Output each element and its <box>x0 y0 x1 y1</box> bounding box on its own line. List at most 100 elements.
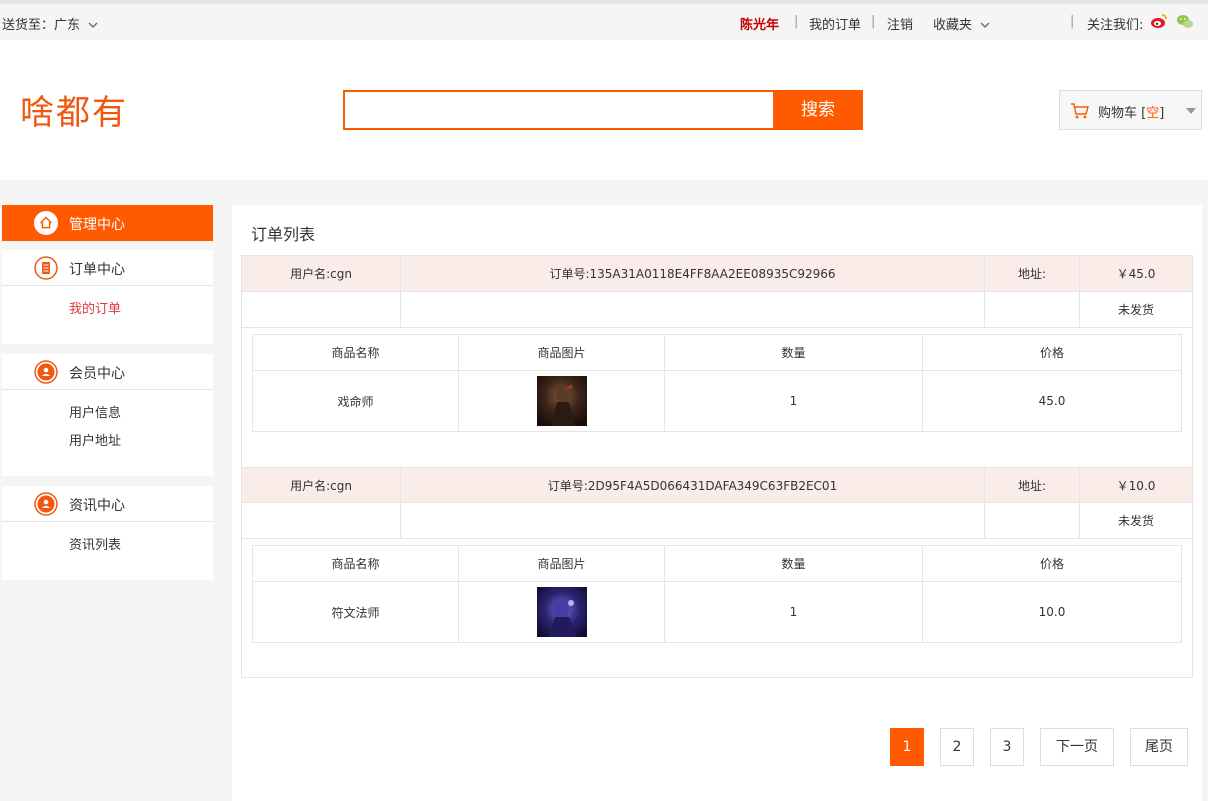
sidebar-admin: 管理中心 <box>2 205 213 241</box>
order-total: ￥45.0 <box>1116 267 1156 281</box>
sidebar-item-news[interactable]: 资讯中心 <box>2 486 213 522</box>
cart-icon <box>1071 103 1089 119</box>
col-header-name: 商品名称 <box>253 335 459 370</box>
items-header-row: 商品名称 商品图片 数量 价格 <box>253 546 1181 582</box>
order-spacer <box>242 432 1192 467</box>
last-page-button[interactable]: 尾页 <box>1130 728 1188 766</box>
user-icon <box>34 360 58 384</box>
order-list: 用户名:cgn 订单号:135A31A0118E4FF8AA2EE08935C9… <box>241 255 1193 678</box>
col-header-image: 商品图片 <box>459 546 665 581</box>
sidebar-item-member[interactable]: 会员中心 <box>2 354 213 390</box>
page-button-1[interactable]: 1 <box>890 728 924 766</box>
order-card: 用户名:cgn 订单号:2D95F4A5D066431DAFA349C63FB2… <box>242 467 1192 643</box>
divider: | <box>1070 14 1075 29</box>
ship-to-label: 送货至：广东 <box>2 18 81 33</box>
user-icon <box>34 492 58 516</box>
favorites-label: 收藏夹 <box>933 18 973 33</box>
order-total: ￥10.0 <box>1116 478 1156 493</box>
sidebar-news: 资讯中心 资讯列表 <box>2 486 213 580</box>
my-orders-link[interactable]: 我的订单 <box>809 14 861 33</box>
site-logo[interactable]: 啥都有 <box>20 85 128 134</box>
logout-link[interactable]: 注销 <box>887 14 913 33</box>
cart-state: 空 <box>1146 106 1160 121</box>
order-status: 未发货 <box>1117 303 1154 317</box>
header: 啥都有 搜索 购物车 [空] <box>0 40 1208 180</box>
order-cell-empty <box>985 292 1080 327</box>
user-name-link[interactable]: 陈光年 <box>740 14 779 33</box>
document-icon <box>34 256 58 280</box>
order-items-table: 商品名称 商品图片 数量 价格 戏命师 1 45.0 <box>252 334 1182 432</box>
order-number: 订单号:2D95F4A5D066431DAFA349C63FB2EC01 <box>401 468 985 502</box>
sidebar-member-label: 会员中心 <box>69 366 125 382</box>
order-card: 用户名:cgn 订单号:135A31A0118E4FF8AA2EE08935C9… <box>242 256 1192 467</box>
sidebar-link-my-orders[interactable]: 我的订单 <box>2 296 213 324</box>
order-cell-empty <box>985 503 1080 538</box>
order-cell-empty <box>401 292 985 327</box>
favorites-dropdown[interactable]: 收藏夹 <box>933 14 990 33</box>
page-button-3[interactable]: 3 <box>990 728 1024 766</box>
item-name: 戏命师 <box>253 371 459 431</box>
wechat-link[interactable] <box>1176 12 1194 30</box>
sidebar-link-user-info[interactable]: 用户信息 <box>2 400 213 428</box>
cart-label: 购物车 [空] <box>1098 102 1164 121</box>
col-header-qty: 数量 <box>665 335 923 370</box>
cart-bracket: ] <box>1159 106 1165 121</box>
page-title: 订单列表 <box>251 225 316 244</box>
order-number: 订单号:135A31A0118E4FF8AA2EE08935C92966 <box>401 256 985 291</box>
items-header-row: 商品名称 商品图片 数量 价格 <box>253 335 1181 371</box>
product-thumbnail[interactable] <box>536 587 587 637</box>
sidebar-item-orders[interactable]: 订单中心 <box>2 250 213 286</box>
page-button-2[interactable]: 2 <box>940 728 974 766</box>
chevron-down-icon <box>980 22 990 28</box>
item-image-cell <box>459 582 665 642</box>
divider: | <box>794 14 799 29</box>
order-status-row: 未发货 <box>242 292 1192 328</box>
divider: | <box>871 14 876 29</box>
ship-to-selector[interactable]: 送货至：广东 <box>2 14 98 33</box>
sidebar-orders-label: 订单中心 <box>69 262 125 278</box>
order-header-row: 用户名:cgn 订单号:2D95F4A5D066431DAFA349C63FB2… <box>242 467 1192 503</box>
col-header-price: 价格 <box>1039 557 1064 571</box>
wechat-icon <box>1177 15 1193 28</box>
sidebar-item-admin[interactable]: 管理中心 <box>2 205 213 241</box>
chevron-down-icon <box>88 22 98 28</box>
item-qty: 1 <box>665 371 923 431</box>
search-button[interactable]: 搜索 <box>773 90 863 130</box>
order-user: 用户名:cgn <box>242 468 401 502</box>
order-status-row: 未发货 <box>242 503 1192 539</box>
col-header-image: 商品图片 <box>459 335 665 370</box>
sidebar-orders: 订单中心 我的订单 <box>2 250 213 344</box>
item-image-cell <box>459 371 665 431</box>
item-row: 戏命师 1 45.0 <box>253 371 1181 431</box>
order-cell-empty <box>401 503 985 538</box>
item-name: 符文法师 <box>253 582 459 642</box>
order-header-row: 用户名:cgn 订单号:135A31A0118E4FF8AA2EE08935C9… <box>242 256 1192 292</box>
top-bar: 送货至：广东 陈光年 | 我的订单 | 注销 收藏夹 | 关注我们: <box>0 0 1208 40</box>
sidebar-admin-label: 管理中心 <box>69 217 125 233</box>
sidebar-link-user-address[interactable]: 用户地址 <box>2 428 213 456</box>
sidebar-link-news-list[interactable]: 资讯列表 <box>2 532 213 560</box>
follow-us-label: 关注我们: <box>1087 18 1144 33</box>
search-input[interactable] <box>343 90 775 130</box>
item-qty: 1 <box>665 582 923 642</box>
next-page-button[interactable]: 下一页 <box>1040 728 1114 766</box>
item-row: 符文法师 1 10.0 <box>253 582 1181 642</box>
order-cell-empty <box>242 292 401 327</box>
product-thumbnail[interactable] <box>536 376 587 426</box>
weibo-icon <box>1151 14 1167 28</box>
sidebar-news-label: 资讯中心 <box>69 498 125 514</box>
home-icon <box>34 211 58 235</box>
col-header-name: 商品名称 <box>253 546 459 581</box>
weibo-link[interactable] <box>1150 12 1168 30</box>
cart-text: 购物车 [ <box>1098 106 1147 121</box>
item-price: 45.0 <box>1038 394 1066 408</box>
user-name: 陈光年 <box>740 18 780 33</box>
order-address: 地址: <box>985 256 1080 291</box>
order-status: 未发货 <box>1117 514 1154 528</box>
order-items-table: 商品名称 商品图片 数量 价格 符文法师 1 10.0 <box>252 545 1182 643</box>
main-content: 订单列表 用户名:cgn 订单号:135A31A0118E4FF8AA2EE08… <box>232 205 1202 801</box>
order-cell-empty <box>242 503 401 538</box>
col-header-price: 价格 <box>1039 346 1064 360</box>
item-price: 10.0 <box>1038 605 1066 619</box>
cart-button[interactable]: 购物车 [空] <box>1059 90 1202 130</box>
